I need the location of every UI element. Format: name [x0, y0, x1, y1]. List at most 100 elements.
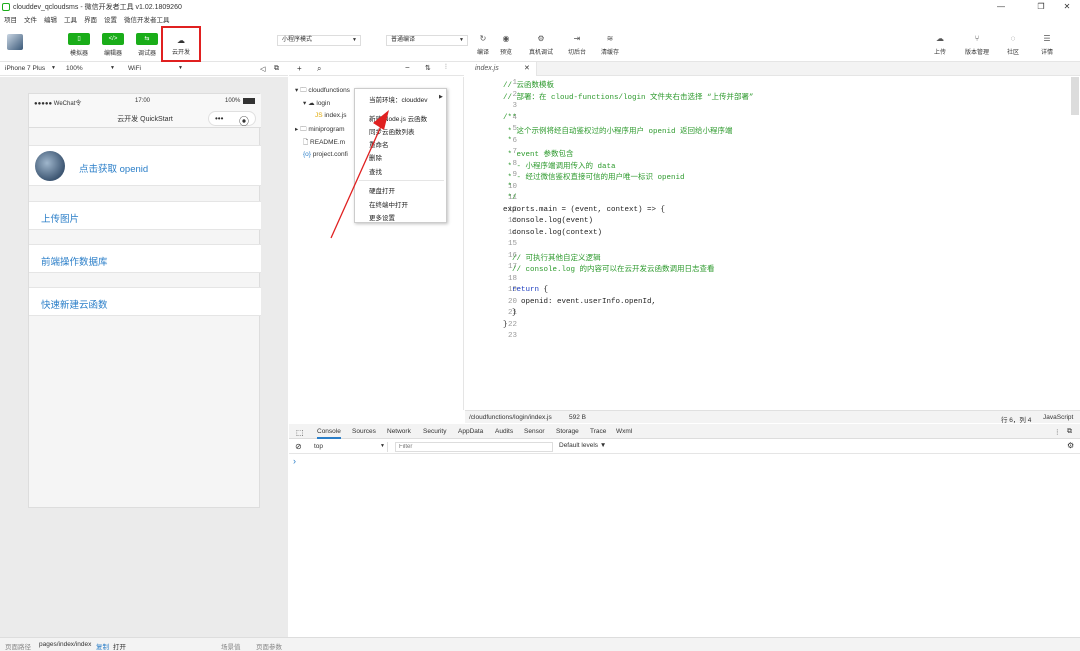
page-params-link[interactable]: 页面参数 — [256, 641, 282, 651]
menu-project[interactable]: 项目 — [4, 14, 17, 24]
menu-edit[interactable]: 编辑 — [44, 14, 57, 24]
code-line: // 云函数模板 — [503, 79, 554, 90]
preview-button[interactable]: ◉ 预览 — [497, 34, 515, 56]
menu-rename[interactable]: 重命名 — [369, 139, 389, 149]
device-select[interactable]: iPhone 7 Plus — [5, 65, 45, 72]
sound-icon[interactable]: ◁ — [260, 65, 265, 73]
simulator-button[interactable]: ▯ 模拟器 — [64, 33, 94, 57]
language-label[interactable]: JavaScript — [1043, 414, 1073, 421]
tree-item-login[interactable]: ▾ ☁ login — [303, 99, 330, 107]
menu-file[interactable]: 文件 — [24, 14, 37, 24]
tab-sources[interactable]: Sources — [352, 428, 376, 435]
close-tab-icon[interactable]: ✕ — [524, 64, 530, 72]
db-operation-card[interactable]: 前端操作数据库 — [29, 244, 261, 273]
tab-storage[interactable]: Storage — [556, 428, 579, 435]
mode-select[interactable]: 小程序模式 ▼ — [277, 35, 361, 46]
real-debug-button[interactable]: ⚙ 真机调试 — [526, 34, 556, 56]
db-operation-label[interactable]: 前端操作数据库 — [41, 254, 108, 268]
console-filter-input[interactable] — [395, 442, 553, 452]
code-token: // 云函数模板 — [503, 82, 555, 90]
backend-button[interactable]: ⇥ 切后台 — [565, 34, 589, 56]
popout-icon[interactable]: ⧉ — [274, 65, 279, 73]
copy-link[interactable]: 复制 — [96, 641, 109, 651]
get-openid-card[interactable]: 点击获取 openid — [29, 145, 261, 186]
chevron-down-icon: ▼ — [380, 443, 385, 449]
code-line: console.log(event) — [503, 217, 593, 225]
cloud-dev-button[interactable]: ☁ 云开发 — [161, 26, 201, 62]
toolbar: ▯ 模拟器 </> 编辑器 ⇆ 调试器 ☁ 云开发 小程序模式 ▼ 普通编译 ▼ ↻… — [0, 25, 1080, 62]
split-icon[interactable]: ⫶ — [445, 64, 447, 72]
upload-image-label[interactable]: 上传图片 — [41, 211, 79, 225]
inspect-icon[interactable]: ⬚ — [296, 428, 304, 437]
community-button[interactable]: ◌ 社区 — [1003, 34, 1023, 56]
tab-index-js[interactable]: index.js ✕ — [465, 62, 537, 76]
eye-icon: ◉ — [502, 34, 510, 43]
clear-cache-button[interactable]: ≋ 清缓存 — [597, 34, 623, 56]
tab-sensor[interactable]: Sensor — [524, 428, 545, 435]
upload-image-card[interactable]: 上传图片 — [29, 201, 261, 230]
compile-select[interactable]: 普通编译 ▼ — [386, 35, 468, 46]
context-select[interactable]: top ▼ — [310, 442, 388, 452]
menu-more-settings[interactable]: 更多设置 — [369, 212, 395, 222]
menu-devtools[interactable]: 微信开发者工具 — [124, 14, 170, 24]
new-function-label[interactable]: 快速新建云函数 — [41, 297, 108, 311]
menu-find[interactable]: 查找 — [369, 166, 382, 176]
user-avatar[interactable] — [7, 34, 23, 50]
tree-item-cloudfunctions[interactable]: ▾ 🗀 cloudfunctions — [295, 86, 350, 97]
code-token: return — [512, 286, 540, 294]
menu-sync-functions[interactable]: 同步云函数列表 — [369, 126, 415, 136]
tree-item-readme[interactable]: 🗋 README.m — [303, 138, 345, 149]
code-editor[interactable]: 1// 云函数模板 2// 部署：在 cloud-functions/login … — [465, 77, 1080, 410]
more-dots-icon[interactable]: ••• — [215, 114, 223, 123]
sort-icon[interactable]: ⇅ — [425, 64, 431, 72]
open-link[interactable]: 打开 — [113, 641, 126, 651]
tab-network[interactable]: Network — [387, 428, 411, 435]
tab-security[interactable]: Security — [423, 428, 446, 435]
editor-status-bar: /cloudfunctions/login/index.js 592 B 行 6… — [465, 410, 1080, 424]
menu-tools[interactable]: 工具 — [64, 14, 77, 24]
close-target-icon[interactable]: ⦿ — [239, 113, 249, 128]
menu-view[interactable]: 界面 — [84, 14, 97, 24]
line-number: 3 — [512, 102, 517, 110]
collapse-icon[interactable]: − — [405, 63, 410, 72]
debugger-button[interactable]: ⇆ 调试器 — [132, 33, 162, 57]
version-button[interactable]: ⑂ 版本管理 — [961, 34, 993, 56]
tree-item-project-config[interactable]: {o} project.confi — [303, 151, 348, 158]
capsule-button[interactable]: ••• ⦿ — [208, 111, 256, 128]
editor-button[interactable]: </> 编辑器 — [98, 33, 128, 57]
editor-scrollbar[interactable] — [1071, 77, 1079, 115]
tab-trace[interactable]: Trace — [590, 428, 606, 435]
menu-delete[interactable]: 删除 — [369, 152, 382, 162]
log-levels-select[interactable]: Default levels ▼ — [559, 442, 606, 449]
tree-item-miniprogram[interactable]: ▸ 🗀 miniprogram — [295, 125, 345, 136]
tab-audits[interactable]: Audits — [495, 428, 513, 435]
clear-console-icon[interactable]: ⊘ — [295, 442, 302, 451]
dock-icon[interactable]: ⧉ — [1067, 428, 1072, 436]
close-icon[interactable]: ✕ — [1052, 0, 1080, 13]
network-select[interactable]: WiFi — [128, 65, 141, 72]
tree-item-index-js[interactable]: JS index.js — [315, 112, 346, 119]
scene-value-link[interactable]: 场景值 — [221, 641, 241, 651]
zoom-select[interactable]: 100% — [66, 65, 83, 72]
tab-console[interactable]: Console — [317, 428, 341, 439]
details-button[interactable]: ☰ 详情 — [1036, 34, 1058, 56]
menu-open-disk[interactable]: 硬盘打开 — [369, 185, 395, 195]
layers-icon: ≋ — [606, 34, 614, 43]
menu-open-terminal[interactable]: 在终端中打开 — [369, 199, 408, 209]
upload-button[interactable]: ☁ 上传 — [929, 34, 951, 56]
search-icon[interactable]: ⌕ — [317, 64, 321, 74]
new-function-card[interactable]: 快速新建云函数 — [29, 287, 261, 316]
tab-appdata[interactable]: AppData — [458, 428, 483, 435]
env-submenu[interactable]: 当前环境：clouddev — [369, 94, 428, 104]
minimize-icon[interactable]: — — [986, 0, 1016, 13]
more-options-icon[interactable]: ⋮ — [1054, 428, 1061, 436]
gear-icon[interactable]: ⚙ — [1067, 441, 1074, 450]
add-icon[interactable]: + — [297, 64, 302, 73]
tab-wxml[interactable]: Wxml — [616, 428, 632, 435]
menu-new-node-function[interactable]: 新建 Node.js 云函数 — [369, 113, 427, 123]
menu-settings[interactable]: 设置 — [104, 14, 117, 24]
compile-button[interactable]: ↻ 编译 — [474, 34, 492, 56]
get-openid-label[interactable]: 点击获取 openid — [79, 161, 148, 175]
console-output[interactable]: › — [289, 455, 1080, 637]
